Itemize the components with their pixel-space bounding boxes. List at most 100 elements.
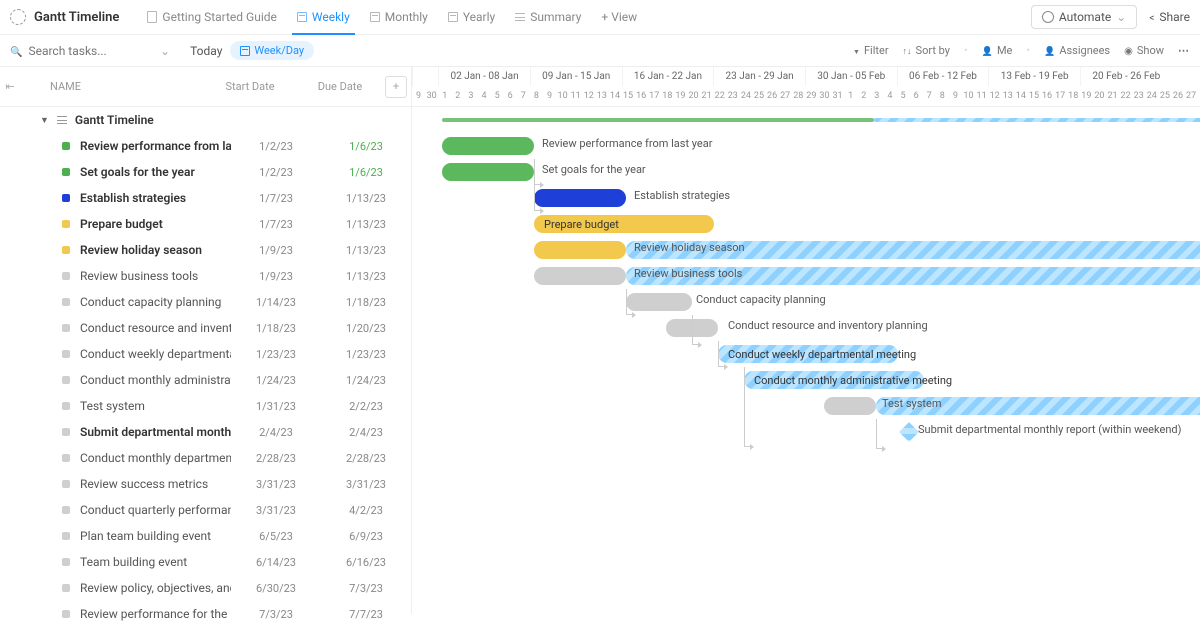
task-row[interactable]: Review performance from last year1/2/231… bbox=[0, 133, 411, 159]
timeline-day: 10 bbox=[962, 86, 975, 106]
group-row[interactable]: ▼ Gantt Timeline bbox=[0, 107, 411, 133]
task-start-date: 1/7/23 bbox=[231, 192, 321, 205]
task-row[interactable]: Establish strategies1/7/231/13/23 bbox=[0, 185, 411, 211]
task-row[interactable]: Review performance for the last 6 ...7/3… bbox=[0, 601, 411, 627]
gantt-bar[interactable]: Conduct weekly departmental meeting bbox=[718, 345, 898, 363]
tab-weekly[interactable]: Weekly bbox=[287, 0, 360, 35]
timeline-day: 27 bbox=[779, 86, 792, 106]
status-dot bbox=[62, 194, 70, 202]
task-row[interactable]: Conduct capacity planning1/14/231/18/23 bbox=[0, 289, 411, 315]
users-icon bbox=[1044, 44, 1055, 57]
filter-button[interactable]: Filter bbox=[853, 44, 889, 57]
tab-yearly[interactable]: Yearly bbox=[438, 0, 505, 35]
task-row[interactable]: Submit departmental monthly re...2/4/232… bbox=[0, 419, 411, 445]
assignees-button[interactable]: Assignees bbox=[1044, 44, 1110, 57]
task-row[interactable]: Team building event6/14/236/16/23 bbox=[0, 549, 411, 575]
timeline-day: 30 bbox=[425, 86, 438, 106]
task-name: Establish strategies bbox=[0, 191, 231, 205]
calendar-icon bbox=[370, 12, 380, 22]
task-start-date: 6/14/23 bbox=[231, 556, 321, 569]
status-dot bbox=[62, 142, 70, 150]
automate-button[interactable]: Automate⌄ bbox=[1031, 5, 1137, 29]
task-row[interactable]: Review business tools1/9/231/13/23 bbox=[0, 263, 411, 289]
gantt-bar[interactable]: Conduct monthly administrative meeting bbox=[744, 371, 924, 389]
task-row[interactable]: Set goals for the year1/2/231/6/23 bbox=[0, 159, 411, 185]
gantt-bar[interactable] bbox=[442, 163, 534, 181]
gantt-bar-label: Establish strategies bbox=[634, 189, 730, 202]
timeline-day: 13 bbox=[595, 86, 608, 106]
task-start-date: 1/24/23 bbox=[231, 374, 321, 387]
task-row[interactable]: Conduct monthly departmental m...2/28/23… bbox=[0, 445, 411, 471]
gantt-bar-label: Review holiday season bbox=[634, 241, 745, 254]
group-progress-bar bbox=[442, 118, 874, 122]
task-start-date: 1/18/23 bbox=[231, 322, 321, 335]
gantt-bar-label: Conduct resource and inventory planning bbox=[728, 319, 928, 332]
task-start-date: 1/9/23 bbox=[231, 244, 321, 257]
task-row[interactable]: Prepare budget1/7/231/13/23 bbox=[0, 211, 411, 237]
task-row[interactable]: Conduct quarterly performance m...3/31/2… bbox=[0, 497, 411, 523]
tab-summary[interactable]: Summary bbox=[505, 0, 591, 35]
milestone-diamond[interactable] bbox=[899, 422, 919, 442]
task-start-date: 1/31/23 bbox=[231, 400, 321, 413]
status-dot bbox=[62, 298, 70, 306]
share-button[interactable]: Share bbox=[1149, 10, 1190, 24]
tab-getting-started[interactable]: Getting Started Guide bbox=[137, 0, 286, 35]
add-view-button[interactable]: + View bbox=[591, 0, 647, 35]
timeline-day: 29 bbox=[805, 86, 818, 106]
me-filter-button[interactable]: Me bbox=[982, 44, 1013, 57]
show-button[interactable]: Show bbox=[1124, 44, 1164, 57]
task-due-date: 7/7/23 bbox=[321, 608, 411, 621]
task-row[interactable]: Review holiday season1/9/231/13/23 bbox=[0, 237, 411, 263]
gantt-bar[interactable] bbox=[534, 267, 626, 285]
more-menu-icon[interactable]: ⋯ bbox=[1178, 44, 1190, 57]
sortby-button[interactable]: Sort by bbox=[903, 44, 950, 57]
gantt-bar[interactable] bbox=[534, 189, 626, 207]
task-start-date: 1/2/23 bbox=[231, 166, 321, 179]
timeline-day: 28 bbox=[792, 86, 805, 106]
task-row[interactable]: Conduct weekly departmental me...1/23/23… bbox=[0, 341, 411, 367]
task-start-date: 1/14/23 bbox=[231, 296, 321, 309]
task-row[interactable]: Plan team building event6/5/236/9/23 bbox=[0, 523, 411, 549]
task-row[interactable]: Test system1/31/232/2/23 bbox=[0, 393, 411, 419]
search-chevron-icon[interactable]: ⌄ bbox=[160, 44, 170, 58]
task-due-date: 7/3/23 bbox=[321, 582, 411, 595]
task-row[interactable]: Conduct resource and inventory pl...1/18… bbox=[0, 315, 411, 341]
timeline-day: 7 bbox=[923, 86, 936, 106]
timeline-day: 12 bbox=[582, 86, 595, 106]
task-due-date: 2/28/23 bbox=[321, 452, 411, 465]
column-name-header: NAME bbox=[20, 80, 205, 93]
task-name: Team building event bbox=[0, 555, 231, 569]
dependency-arrow-icon bbox=[632, 312, 636, 318]
task-name: Set goals for the year bbox=[0, 165, 231, 179]
add-column-button[interactable]: + bbox=[385, 76, 407, 98]
task-due-date: 2/4/23 bbox=[321, 426, 411, 439]
gantt-bar[interactable]: Prepare budget bbox=[534, 215, 714, 233]
gantt-bar[interactable] bbox=[824, 397, 876, 415]
dependency-line bbox=[744, 367, 752, 447]
timeline-day: 8 bbox=[936, 86, 949, 106]
status-dot bbox=[62, 168, 70, 176]
gantt-panel: 02 Jan - 08 Jan09 Jan - 15 Jan16 Jan - 2… bbox=[412, 67, 1200, 614]
timeline-day: 8 bbox=[530, 86, 543, 106]
task-due-date: 1/23/23 bbox=[321, 348, 411, 361]
task-name: Conduct quarterly performance m... bbox=[0, 503, 231, 517]
group-label: Gantt Timeline bbox=[75, 113, 154, 127]
today-button[interactable]: Today bbox=[190, 44, 222, 58]
task-due-date: 1/18/23 bbox=[321, 296, 411, 309]
list-icon bbox=[57, 116, 67, 124]
task-row[interactable]: Review policy, objectives, and busi...6/… bbox=[0, 575, 411, 601]
task-due-date: 1/20/23 bbox=[321, 322, 411, 335]
gantt-bar-label: Review business tools bbox=[634, 267, 742, 280]
gantt-bar-label: Review performance from last year bbox=[542, 137, 712, 150]
tab-monthly[interactable]: Monthly bbox=[360, 0, 438, 35]
task-row[interactable]: Review success metrics3/31/233/31/23 bbox=[0, 471, 411, 497]
timeline-week: 02 Jan - 08 Jan bbox=[438, 67, 530, 86]
collapse-panel-icon[interactable]: ⇤ bbox=[0, 80, 20, 93]
gantt-bar[interactable] bbox=[442, 137, 534, 155]
view-granularity-pill[interactable]: Week/Day bbox=[230, 41, 314, 60]
gantt-bar[interactable] bbox=[626, 293, 692, 311]
search-input-wrap[interactable] bbox=[10, 44, 160, 58]
task-row[interactable]: Conduct monthly administrative m...1/24/… bbox=[0, 367, 411, 393]
timeline-day: 30 bbox=[818, 86, 831, 106]
gantt-bar[interactable] bbox=[534, 241, 626, 259]
